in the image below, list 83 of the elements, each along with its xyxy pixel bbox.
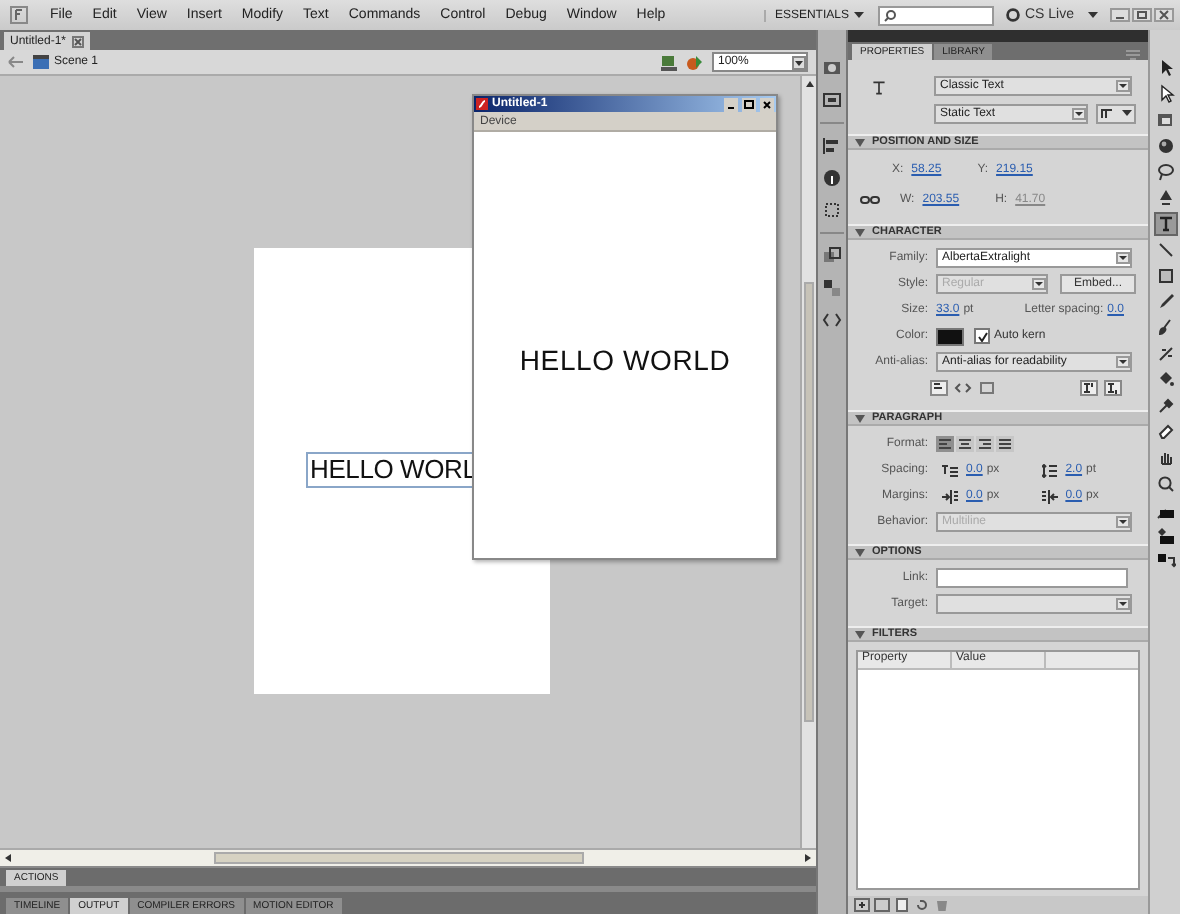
scroll-thumb[interactable] xyxy=(804,282,814,722)
chain-link-icon[interactable] xyxy=(860,196,880,204)
orientation-dropdown[interactable] xyxy=(1096,104,1136,124)
zoom-icon[interactable] xyxy=(1155,474,1175,494)
transform-icon[interactable] xyxy=(822,200,842,220)
flash-logo-icon xyxy=(476,98,488,110)
left-margin-icon xyxy=(942,489,958,503)
edit-symbol-icon[interactable] xyxy=(686,53,704,71)
align-center-icon[interactable] xyxy=(956,436,974,452)
restore-icon[interactable] xyxy=(1132,8,1152,22)
color-swatch[interactable] xyxy=(936,327,964,345)
cs-live-icon xyxy=(1006,8,1021,22)
link-field[interactable] xyxy=(936,568,1128,588)
brush-icon[interactable] xyxy=(1155,318,1175,338)
align-left-icon[interactable] xyxy=(936,436,954,452)
movie-text: HELLO WORLD xyxy=(519,344,731,376)
caret-icon xyxy=(1116,516,1130,528)
subscript-icon[interactable] xyxy=(1104,380,1122,396)
caret-icon xyxy=(1116,356,1130,368)
justify-icon[interactable] xyxy=(996,436,1014,452)
paint-bucket-icon[interactable] xyxy=(1155,370,1175,390)
info-icon[interactable] xyxy=(822,168,842,188)
align-right-icon[interactable] xyxy=(976,436,994,452)
edit-scene-icon[interactable] xyxy=(660,53,678,71)
text-tool-icon[interactable] xyxy=(1155,214,1175,234)
minimize-icon[interactable] xyxy=(724,97,738,111)
html-icon[interactable] xyxy=(954,380,972,396)
add-filter-icon[interactable] xyxy=(854,898,870,912)
minimize-icon[interactable] xyxy=(1110,8,1130,22)
rectangle-icon[interactable] xyxy=(1155,266,1175,286)
caret-icon xyxy=(1116,598,1130,610)
caret-icon xyxy=(1122,110,1132,118)
disclosure-triangle-icon[interactable] xyxy=(854,547,866,557)
eraser-icon[interactable] xyxy=(1155,422,1175,442)
caret-icon xyxy=(792,55,806,69)
search-icon xyxy=(884,9,897,21)
lasso-icon[interactable] xyxy=(1155,162,1175,182)
caret-icon xyxy=(1116,252,1130,264)
indent-icon xyxy=(942,463,958,477)
hand-icon[interactable] xyxy=(1155,448,1175,468)
check-icon xyxy=(977,331,987,341)
close-icon[interactable] xyxy=(760,97,774,111)
caret-icon xyxy=(1072,108,1086,120)
disclosure-triangle-icon[interactable] xyxy=(854,227,866,237)
swap-colors-icon[interactable] xyxy=(1155,552,1175,572)
border-icon[interactable] xyxy=(978,380,996,396)
disclosure-triangle-icon[interactable] xyxy=(854,413,866,423)
eyedropper-icon[interactable] xyxy=(1155,396,1175,416)
code-icon[interactable] xyxy=(822,310,842,330)
screen-icon[interactable] xyxy=(822,90,842,110)
components-icon[interactable] xyxy=(822,246,842,266)
line-spacing-icon xyxy=(1041,463,1058,477)
app-logo-icon xyxy=(10,6,28,24)
caret-icon xyxy=(854,11,865,19)
pencil-icon[interactable] xyxy=(1155,292,1175,312)
search-field[interactable] xyxy=(878,5,995,25)
caret-icon xyxy=(1116,80,1130,92)
swatches-icon[interactable] xyxy=(822,278,842,298)
reset-icon[interactable] xyxy=(914,898,930,912)
horizontal-scrollbar[interactable] xyxy=(0,848,816,866)
caret-icon xyxy=(1088,11,1098,19)
align-icon[interactable] xyxy=(822,136,842,156)
scroll-thumb[interactable] xyxy=(214,852,584,864)
disclosure-triangle-icon[interactable] xyxy=(854,629,866,639)
vertical-scrollbar[interactable] xyxy=(800,76,816,848)
checkbox[interactable] xyxy=(974,328,990,344)
hollow-arrow-icon[interactable] xyxy=(1155,84,1175,104)
caret-icon xyxy=(1031,278,1046,290)
disclosure-triangle-icon[interactable] xyxy=(854,137,866,147)
transform-icon[interactable] xyxy=(1155,110,1175,130)
close-icon[interactable] xyxy=(1154,8,1174,22)
sphere-icon[interactable] xyxy=(1155,136,1175,156)
scroll-right-icon xyxy=(802,852,814,864)
fill-color-icon[interactable] xyxy=(1155,526,1175,546)
line-icon[interactable] xyxy=(1155,240,1175,260)
selectable-icon[interactable] xyxy=(930,380,948,396)
superscript-icon[interactable] xyxy=(1080,380,1098,396)
text-tool-icon xyxy=(872,78,886,98)
clapperboard-icon xyxy=(32,54,50,70)
scroll-left-icon xyxy=(2,852,14,864)
right-margin-icon xyxy=(1041,489,1058,503)
maximize-icon[interactable] xyxy=(742,97,756,111)
orientation-icon xyxy=(1100,108,1114,120)
